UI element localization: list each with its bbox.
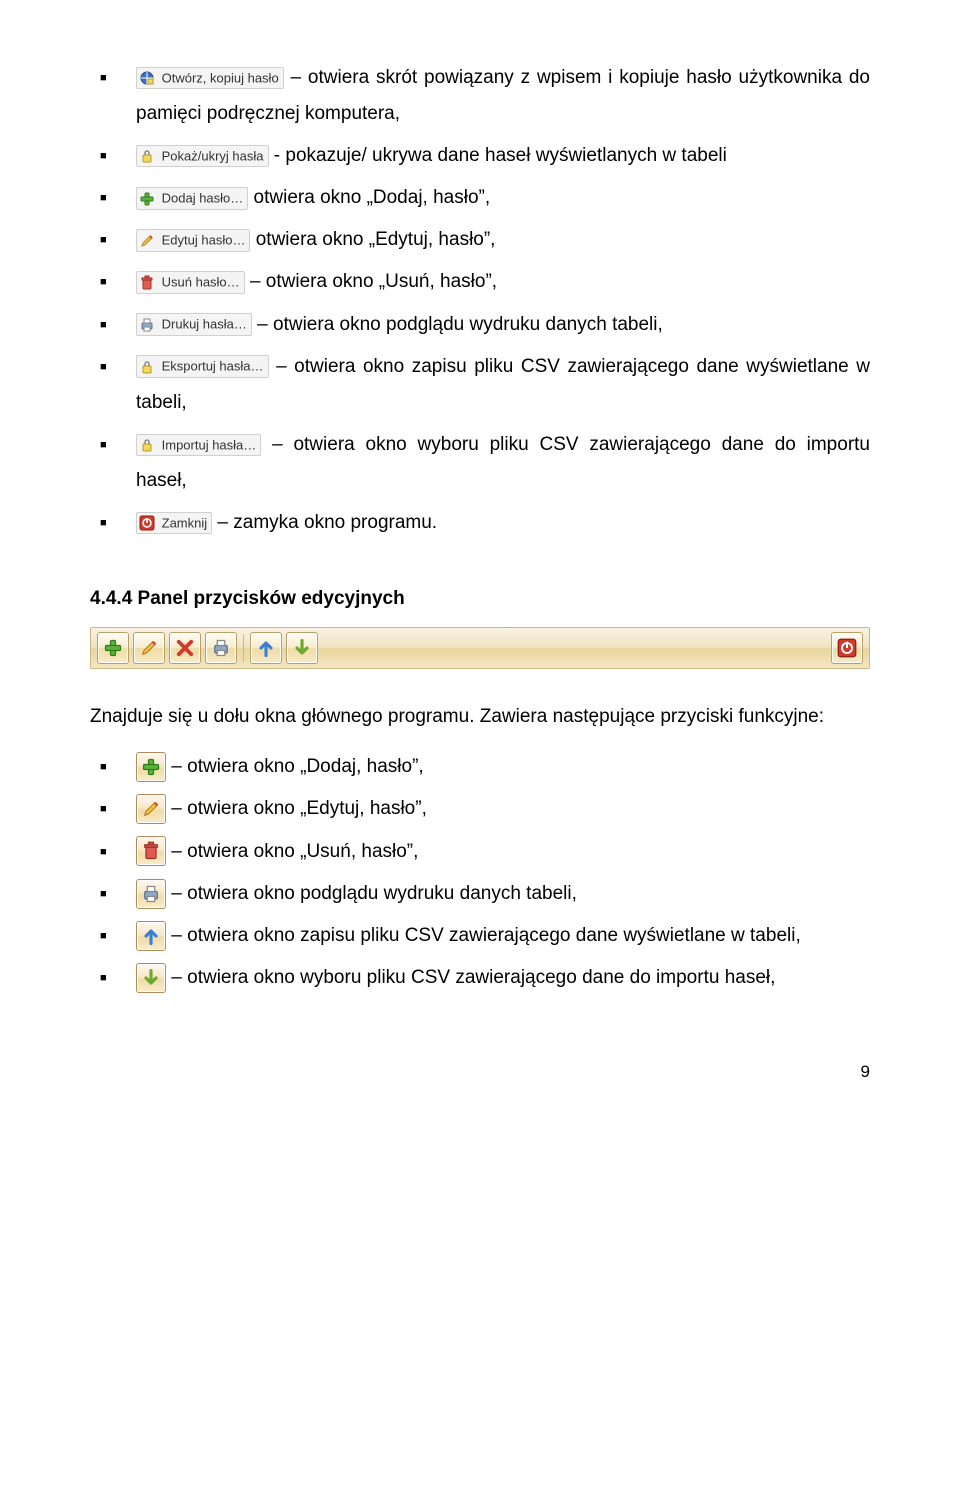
import-menu-button[interactable]: Importuj hasła… — [136, 434, 261, 457]
plus-icon — [141, 757, 161, 777]
toolbar-delete-button[interactable] — [169, 632, 201, 664]
trash-icon — [141, 841, 161, 861]
menu-item-delete: Usuń hasło… – otwiera okno „Usuń, hasło”… — [90, 264, 870, 300]
menu-label: Dodaj hasło… — [162, 191, 244, 206]
menu-item-open: Otwórz, kopiuj hasło – otwiera skrót pow… — [90, 60, 870, 132]
arrow-up-icon — [256, 638, 276, 658]
menu-label: Drukuj hasła… — [162, 317, 247, 332]
open-copy-menu-button[interactable]: Otwórz, kopiuj hasło — [136, 67, 284, 90]
btn-desc-export: – otwiera okno zapisu pliku CSV zawieraj… — [90, 918, 870, 954]
btn-desc-text: – otwiera okno wyboru pliku CSV zawieraj… — [166, 967, 775, 988]
lock-icon — [139, 148, 155, 164]
menu-item-close: Zamknij – zamyka okno programu. — [90, 505, 870, 541]
pencil-icon — [139, 638, 159, 658]
menu-label: Zamknij — [162, 515, 208, 530]
page-number: 9 — [90, 1056, 870, 1088]
export-button[interactable] — [136, 921, 166, 951]
menu-label: Usuń hasło… — [162, 275, 240, 290]
menu-desc: – otwiera okno „Usuń, hasło”, — [245, 271, 497, 292]
toolbar-export-button[interactable] — [250, 632, 282, 664]
btn-desc-text: – otwiera okno podglądu wydruku danych t… — [166, 883, 577, 904]
btn-desc-print: – otwiera okno podglądu wydruku danych t… — [90, 876, 870, 912]
menu-item-edit: Edytuj hasło… otwiera okno „Edytuj, hasł… — [90, 222, 870, 258]
menu-item-showhide: Pokaż/ukryj hasła - pokazuje/ ukrywa dan… — [90, 138, 870, 174]
menu-desc: otwiera okno „Edytuj, hasło”, — [250, 229, 495, 250]
delete-button[interactable] — [136, 836, 166, 866]
toolbar-edit-button[interactable] — [133, 632, 165, 664]
menu-item-add: Dodaj hasło… otwiera okno „Dodaj, hasło”… — [90, 180, 870, 216]
btn-desc-add: – otwiera okno „Dodaj, hasło”, — [90, 749, 870, 785]
btn-desc-delete: – otwiera okno „Usuń, hasło”, — [90, 834, 870, 870]
toolbar-close-button[interactable] — [831, 632, 863, 664]
toolbar-print-button[interactable] — [205, 632, 237, 664]
menu-item-import: Importuj hasła… – otwiera okno wyboru pl… — [90, 427, 870, 499]
menu-label: Importuj hasła… — [162, 437, 257, 452]
menu-label: Otwórz, kopiuj hasło — [162, 70, 279, 85]
print-menu-button[interactable]: Drukuj hasła… — [136, 313, 252, 336]
btn-desc-text: – otwiera okno „Edytuj, hasło”, — [166, 798, 427, 819]
arrow-up-icon — [141, 926, 161, 946]
power-icon — [139, 515, 155, 531]
lock-icon — [139, 437, 155, 453]
pencil-icon — [139, 233, 155, 249]
plus-icon — [103, 638, 123, 658]
close-menu-button[interactable]: Zamknij — [136, 512, 212, 535]
plus-icon — [139, 191, 155, 207]
btn-desc-text: – otwiera okno zapisu pliku CSV zawieraj… — [166, 925, 801, 946]
menu-item-print: Drukuj hasła… – otwiera okno podglądu wy… — [90, 307, 870, 343]
button-descriptions-list: – otwiera okno „Dodaj, hasło”, – otwiera… — [90, 749, 870, 996]
arrow-down-icon — [292, 638, 312, 658]
export-menu-button[interactable]: Eksportuj hasła… — [136, 355, 269, 378]
power-icon — [837, 638, 857, 658]
trash-icon — [139, 275, 155, 291]
printer-icon — [211, 638, 231, 658]
add-menu-button[interactable]: Dodaj hasło… — [136, 187, 248, 210]
toolbar-separator — [243, 634, 244, 662]
edit-button[interactable] — [136, 794, 166, 824]
arrow-down-icon — [141, 968, 161, 988]
toolbar-add-button[interactable] — [97, 632, 129, 664]
intro-paragraph: Znajduje się u dołu okna głównego progra… — [90, 699, 870, 735]
menu-items-list: Otwórz, kopiuj hasło – otwiera skrót pow… — [90, 60, 870, 541]
printer-icon — [139, 317, 155, 333]
pencil-icon — [141, 799, 161, 819]
edit-menu-button[interactable]: Edytuj hasło… — [136, 229, 250, 252]
menu-item-export: Eksportuj hasła… – otwiera okno zapisu p… — [90, 349, 870, 421]
globe-key-icon — [139, 70, 155, 86]
menu-label: Pokaż/ukryj hasła — [162, 148, 264, 163]
delete-menu-button[interactable]: Usuń hasło… — [136, 271, 245, 294]
show-hide-menu-button[interactable]: Pokaż/ukryj hasła — [136, 145, 269, 168]
edit-buttons-toolbar — [90, 627, 870, 669]
lock-icon — [139, 359, 155, 375]
x-icon — [175, 638, 195, 658]
printer-icon — [141, 884, 161, 904]
add-button[interactable] — [136, 752, 166, 782]
menu-desc: - pokazuje/ ukrywa dane haseł wyświetlan… — [269, 145, 727, 166]
btn-desc-import: – otwiera okno wyboru pliku CSV zawieraj… — [90, 960, 870, 996]
btn-desc-text: – otwiera okno „Usuń, hasło”, — [166, 841, 418, 862]
btn-desc-text: – otwiera okno „Dodaj, hasło”, — [166, 756, 424, 777]
menu-label: Edytuj hasło… — [162, 233, 246, 248]
menu-desc: – otwiera okno podglądu wydruku danych t… — [252, 314, 663, 335]
print-button[interactable] — [136, 879, 166, 909]
btn-desc-edit: – otwiera okno „Edytuj, hasło”, — [90, 791, 870, 827]
import-button[interactable] — [136, 963, 166, 993]
section-title: 4.4.4 Panel przycisków edycyjnych — [90, 581, 870, 617]
menu-desc: – zamyka okno programu. — [212, 512, 437, 533]
menu-label: Eksportuj hasła… — [162, 359, 264, 374]
toolbar-import-button[interactable] — [286, 632, 318, 664]
menu-desc: otwiera okno „Dodaj, hasło”, — [248, 187, 490, 208]
